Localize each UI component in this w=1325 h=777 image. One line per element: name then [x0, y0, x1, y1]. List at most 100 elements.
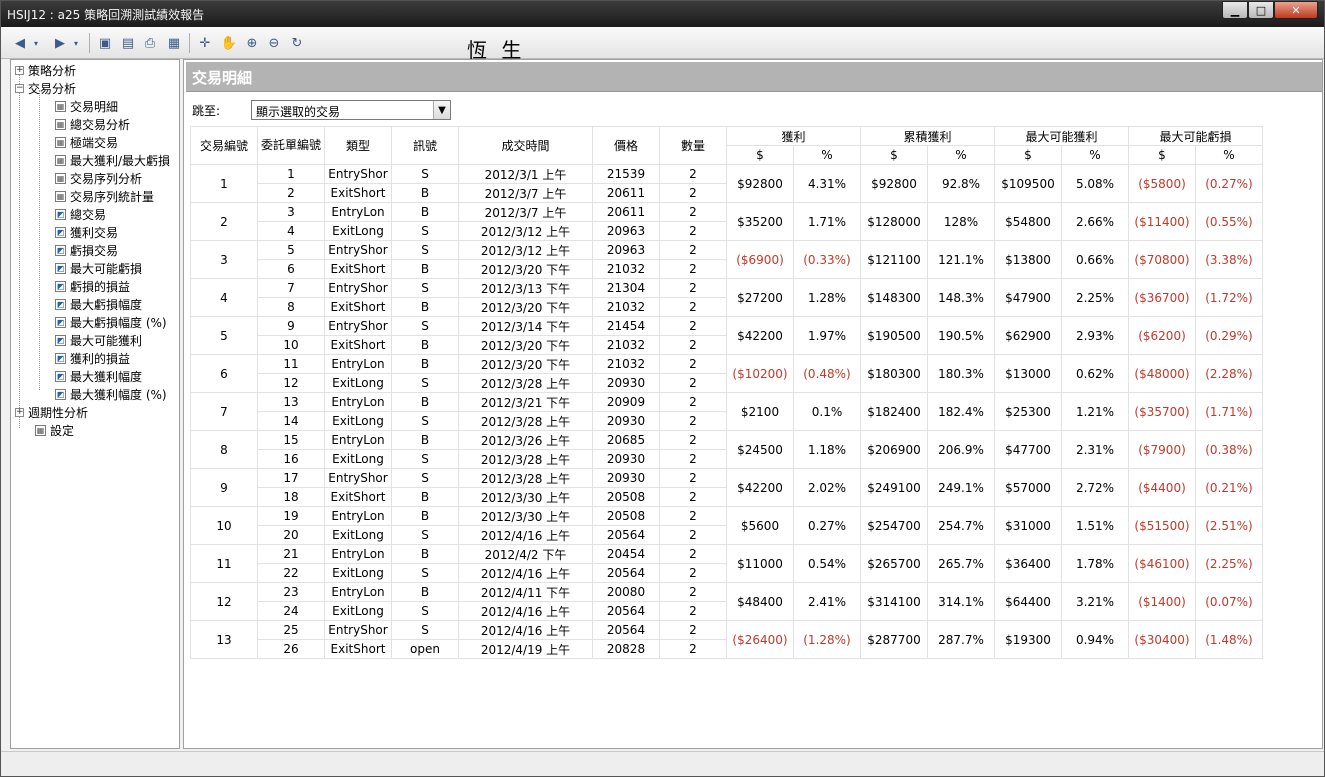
cell-trade-no: 7 — [190, 392, 258, 431]
refresh-icon[interactable]: ↻ — [288, 34, 306, 52]
cell-profit-pct: 1.97% — [793, 316, 861, 355]
cell-type: ExitShort — [324, 487, 392, 507]
table-row[interactable]: 4 7 EntryShor S 2012/3/13 下午 21304 2 $27200 1.28… — [190, 278, 1263, 317]
cell-order-no: 4 — [257, 221, 325, 241]
tree-group-trade[interactable]: − 交易分析 — [15, 79, 76, 97]
jump-select[interactable]: 顯示選取的交易 ▼ — [251, 100, 451, 120]
cell-order-no: 11 — [257, 354, 325, 374]
table-row[interactable]: 6 11 EntryLon B 2012/3/20 下午 21032 2 ($10200) (0… — [190, 354, 1263, 393]
cell-signal: B — [391, 487, 459, 507]
table-row[interactable]: 9 17 EntryShor S 2012/3/28 上午 20930 2 $42200 2.0… — [190, 468, 1263, 507]
col-sub-pct: % — [1195, 145, 1263, 165]
table-row[interactable]: 11 21 EntryLon B 2012/4/2 下午 20454 2 $11000 0.54… — [190, 544, 1263, 583]
cell-price: 20963 — [592, 221, 660, 241]
save-icon[interactable]: ▣ — [96, 34, 114, 52]
tree-node-label: 虧損的損益 — [70, 279, 131, 294]
table-row[interactable]: 2 3 EntryLon B 2012/3/7 上午 20611 2 $35200 1.71% $… — [190, 202, 1263, 241]
zoom-in-icon[interactable]: ⊕ — [243, 34, 261, 52]
col-sub-dollar: $ — [860, 145, 928, 165]
hand-icon[interactable]: ✋ — [220, 34, 238, 52]
cell-time: 2012/4/16 上午 — [458, 563, 593, 583]
tree-item[interactable]: ◩ 最大可能虧損 — [55, 259, 142, 277]
cell-signal: S — [391, 240, 459, 260]
table-row[interactable]: 10 19 EntryLon B 2012/3/30 上午 20508 2 $5600 0.27… — [190, 506, 1263, 545]
back-icon[interactable]: ◀ — [11, 34, 29, 52]
tree-item[interactable]: ▦ 交易序列統計量 — [55, 187, 154, 205]
tree-item[interactable]: ◩ 獲利的損益 — [55, 349, 130, 367]
tree-item[interactable]: ◩ 最大虧損幅度 — [55, 295, 142, 313]
minimize-button[interactable]: ▁ — [1222, 1, 1248, 19]
cell-order-no: 21 — [257, 544, 325, 564]
cell-profit-pct: 4.31% — [793, 164, 861, 203]
cell-type: ExitLong — [324, 601, 392, 621]
layout-icon[interactable]: ▦ — [165, 34, 183, 52]
cell-qty: 2 — [659, 411, 727, 431]
cell-time: 2012/3/12 上午 — [458, 240, 593, 260]
cell-cum-profit: $314100 — [860, 582, 928, 621]
tree-item[interactable]: ▦ 交易明細 — [55, 97, 118, 115]
tree-item[interactable]: ◩ 最大獲利幅度 — [55, 367, 142, 385]
cell-type: EntryLon — [324, 544, 392, 564]
chevron-down-icon[interactable]: ▼ — [433, 101, 450, 119]
cell-cum-profit: $121100 — [860, 240, 928, 279]
cell-cum-profit: $182400 — [860, 392, 928, 431]
tree-node-label: 最大可能虧損 — [70, 261, 143, 276]
table-row[interactable]: 12 23 EntryLon B 2012/4/11 下午 20080 2 $48400 2.4… — [190, 582, 1263, 621]
tree-item[interactable]: ◩ 虧損的損益 — [55, 277, 130, 295]
expand-icon[interactable]: + — [15, 65, 24, 75]
title-bar: HSIJ12 : a25 策略回溯測試績效報告 ▁ □ ✕ — [1, 1, 1324, 27]
table-row[interactable]: 5 9 EntryShor S 2012/3/14 下午 21454 2 $42200 1.97… — [190, 316, 1263, 355]
cell-signal: S — [391, 620, 459, 640]
cell-max-profit: $64400 — [994, 582, 1062, 621]
cell-time: 2012/3/26 上午 — [458, 430, 593, 450]
tree-item[interactable]: ◩ 總交易 — [55, 205, 106, 223]
table-row[interactable]: 1 1 EntryShor S 2012/3/1 上午 21539 2 $92800 4.31%… — [190, 164, 1263, 203]
cell-time: 2012/3/30 上午 — [458, 487, 593, 507]
tree-item[interactable]: ◩ 虧損交易 — [55, 241, 118, 259]
tree-item-settings[interactable]: ▦ 設定 — [35, 421, 74, 439]
jump-select-value: 顯示選取的交易 — [256, 105, 341, 119]
zoom-out-icon[interactable]: ⊖ — [265, 34, 283, 52]
forward-dropdown-icon[interactable]: ▾ — [71, 34, 81, 52]
tree-item[interactable]: ◩ 獲利交易 — [55, 223, 118, 241]
cell-max-loss-pct: (0.21%) — [1195, 468, 1263, 507]
cell-profit: $24500 — [726, 430, 794, 469]
cell-profit: $92800 — [726, 164, 794, 203]
tree-item[interactable]: ◩ 最大虧損幅度 (%) — [55, 313, 167, 331]
cell-qty: 2 — [659, 373, 727, 393]
cell-qty: 2 — [659, 392, 727, 412]
cell-time: 2012/3/28 上午 — [458, 449, 593, 469]
close-button[interactable]: ✕ — [1274, 1, 1318, 19]
table-row[interactable]: 13 25 EntryShor S 2012/4/16 上午 20564 2 ($26400)… — [190, 620, 1263, 659]
tree-node-label: 總交易 — [70, 207, 107, 222]
cell-profit: $42200 — [726, 316, 794, 355]
collapse-icon[interactable]: − — [15, 83, 24, 93]
cell-time: 2012/4/16 上午 — [458, 601, 593, 621]
table-row[interactable]: 3 5 EntryShor S 2012/3/12 上午 20963 2 ($6900) (0.… — [190, 240, 1263, 279]
cell-type: ExitLong — [324, 525, 392, 545]
back-dropdown-icon[interactable]: ▾ — [31, 34, 41, 52]
page-setup-icon[interactable]: ▤ — [119, 34, 137, 52]
tree-node-label: 交易明細 — [70, 99, 119, 114]
tree-item[interactable]: ▦ 最大獲利/最大虧損 — [55, 151, 170, 169]
tree-item[interactable]: ▦ 總交易分析 — [55, 115, 130, 133]
tree-item[interactable]: ◩ 最大獲利幅度 (%) — [55, 385, 167, 403]
table-row[interactable]: 8 15 EntryLon B 2012/3/26 上午 20685 2 $24500 1.18… — [190, 430, 1263, 469]
pointer-icon[interactable]: ✛ — [196, 34, 214, 52]
cell-type: ExitLong — [324, 221, 392, 241]
cell-price: 20564 — [592, 601, 660, 621]
tree-group-periodic[interactable]: + 週期性分析 — [15, 403, 88, 421]
tree-node-label: 極端交易 — [70, 135, 119, 150]
cell-signal: S — [391, 411, 459, 431]
tree-item[interactable]: ▦ 極端交易 — [55, 133, 118, 151]
tree-item[interactable]: ◩ 最大可能獲利 — [55, 331, 142, 349]
forward-icon[interactable]: ▶ — [51, 34, 69, 52]
tree-group-strategy[interactable]: + 策略分析 — [15, 61, 76, 79]
expand-icon[interactable]: + — [15, 407, 24, 417]
maximize-button[interactable]: □ — [1248, 1, 1274, 19]
table-row[interactable]: 7 13 EntryLon B 2012/3/21 下午 20909 2 $2100 0.1% $… — [190, 392, 1263, 431]
tree-item[interactable]: ▦ 交易序列分析 — [55, 169, 142, 187]
cell-profit: ($26400) — [726, 620, 794, 659]
print-icon[interactable]: ⎙ — [141, 34, 159, 52]
cell-order-no: 3 — [257, 202, 325, 222]
